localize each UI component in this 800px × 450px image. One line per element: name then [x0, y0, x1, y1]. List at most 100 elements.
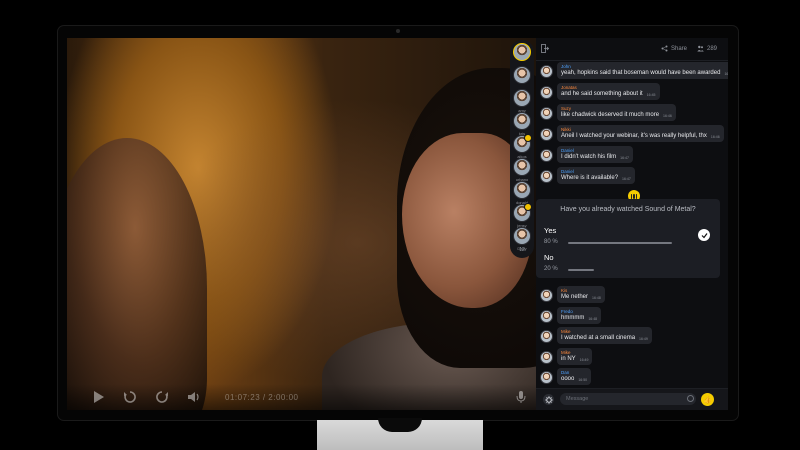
chat-message: Mike I watched at a small cinema 16:49 [536, 327, 652, 344]
play-icon[interactable] [91, 390, 105, 404]
share-icon [661, 45, 668, 52]
message-bubble: Daniel Where is it available? 16:47 [557, 167, 635, 184]
message-bubble: Dan oooo 16:50 [557, 368, 592, 385]
message-avatar[interactable] [540, 330, 553, 343]
emoji-icon[interactable] [687, 395, 694, 402]
chat-message: Suzy like chadwick deserved it much more 1… [536, 104, 676, 121]
message-time: 16:48 [592, 296, 601, 300]
message-time: 16:45 [646, 93, 656, 97]
message-bubble: Nikki Aneil I watched your webinar, it's … [557, 125, 724, 142]
message-text: hmmmm [561, 314, 585, 321]
exit-icon[interactable] [541, 44, 549, 53]
message-avatar[interactable] [540, 128, 553, 141]
thumbs-up-button[interactable]: 👍 [701, 393, 714, 406]
avatar [513, 203, 532, 222]
player-controls: 01:07:23 / 2:00:00 [67, 384, 536, 410]
viewer-count[interactable]: 289 [697, 45, 717, 52]
poll-option-yes-label[interactable]: Yes [544, 226, 556, 235]
message-time: 16:49 [579, 357, 589, 362]
message-time: 16:49 [639, 337, 648, 341]
badge-dot [524, 134, 532, 142]
chat-message: Jonatas and he said something about it 16:… [536, 83, 660, 100]
participant-avatar[interactable]: amy [512, 89, 532, 114]
thumbs-up-icon: 👍 [703, 396, 712, 404]
message-input[interactable] [560, 393, 696, 405]
message-bubble: John yeah, hopkins said that boseman woul… [557, 62, 728, 79]
badge-dot [524, 203, 532, 211]
participant-avatar[interactable]: jensy [512, 203, 532, 229]
rewind-icon[interactable] [123, 390, 137, 404]
chat-panel: Share 289 John yeah, hopkins said that bo… [536, 38, 728, 410]
chat-header: Share 289 [536, 38, 728, 61]
poll-card: Have you already watched Sound of Metal?… [536, 199, 720, 278]
participant-avatar[interactable] [512, 43, 532, 68]
avatar [513, 43, 531, 61]
message-bubble: Suzy like chadwick deserved it much more 1… [557, 104, 676, 121]
participant-avatar[interactable] [512, 66, 532, 91]
message-avatar[interactable] [540, 107, 553, 120]
message-text: and he said something about it [561, 91, 643, 97]
people-icon [697, 45, 704, 52]
microphone-icon[interactable] [514, 390, 528, 404]
chat-message: Mike in NY 16:49 [536, 347, 593, 365]
message-bubble: Mike in NY 16:49 [557, 347, 593, 365]
message-text: I didn't watch his film [561, 154, 617, 160]
message-avatar[interactable] [540, 149, 553, 162]
message-avatar[interactable] [540, 371, 553, 384]
message-text: like chadwick deserved it much more [561, 112, 660, 118]
volume-icon[interactable] [187, 390, 201, 404]
chat-message: Fredo hmmmm 16:48 [536, 306, 602, 324]
participant-avatar[interactable]: urbano [512, 158, 532, 183]
more-participants-count[interactable]: 12 [510, 247, 534, 253]
message-bubble: Mike I watched at a small cinema 16:49 [557, 327, 652, 344]
chat-message: Daniel I didn't watch his film 16:47 [536, 146, 633, 163]
message-text: Aneil I watched your webinar, it's was r… [561, 133, 707, 139]
gear-icon[interactable] [543, 394, 554, 405]
message-time: 16:45 [724, 72, 728, 76]
message-bubble: Fredo hmmmm 16:48 [557, 306, 602, 324]
share-label: Share [671, 45, 688, 52]
message-text: I watched at a small cinema [561, 335, 636, 341]
message-time: 16:46 [663, 114, 672, 118]
message-avatar[interactable] [540, 289, 553, 302]
chat-message: Nikki Aneil I watched your webinar, it's … [536, 125, 724, 142]
message-time: 16:46 [710, 135, 720, 139]
chat-message: Kis Me nether 16:48 [536, 286, 605, 303]
message-text: Me nether [561, 294, 589, 300]
poll-option-yes-bar [568, 242, 672, 244]
share-button[interactable]: Share [661, 45, 687, 52]
chat-message: Dan oooo 16:50 [536, 368, 592, 385]
poll-option-yes-percent: 80 % [544, 239, 558, 245]
poll-question: Have you already watched Sound of Metal? [560, 206, 696, 213]
message-bubble: Daniel I didn't watch his film 16:47 [557, 146, 633, 163]
forward-icon[interactable] [155, 390, 169, 404]
message-bubble: Kis Me nether 16:48 [557, 286, 605, 303]
participants-rail: amy kris aikos urbano donald jensy Dany 12 [510, 40, 534, 258]
message-text: oooo [561, 376, 575, 382]
message-avatar[interactable] [540, 65, 553, 78]
avatar [513, 112, 531, 130]
avatar [513, 89, 531, 107]
check-icon[interactable] [698, 229, 710, 241]
video-figure-left [67, 138, 207, 410]
message-avatar[interactable] [540, 309, 553, 323]
message-bubble: Jonatas and he said something about it 16:… [557, 83, 660, 100]
message-avatar[interactable] [540, 86, 553, 99]
viewer-count-value: 289 [707, 45, 718, 52]
poll-option-no-bar [568, 269, 594, 271]
timecode: 01:07:23 / 2:00:00 [225, 392, 299, 402]
participant-avatar[interactable]: aikos [512, 134, 532, 160]
webcam-dot [396, 29, 400, 33]
avatar [513, 134, 532, 153]
avatar [513, 227, 531, 245]
message-text: in NY [561, 355, 576, 362]
message-avatar[interactable] [540, 350, 553, 364]
message-time: 16:50 [578, 378, 588, 382]
message-text: yeah, hopkins said that boseman would ha… [561, 70, 721, 76]
poll-option-no-percent: 20 % [544, 266, 558, 272]
message-avatar[interactable] [540, 170, 553, 183]
poll-option-no-label[interactable]: No [544, 253, 554, 262]
video-player[interactable]: 01:07:23 / 2:00:00 amy kris aikos urbano don… [67, 38, 536, 410]
chat-message: Daniel Where is it available? 16:47 [536, 167, 635, 184]
avatar [513, 181, 531, 199]
